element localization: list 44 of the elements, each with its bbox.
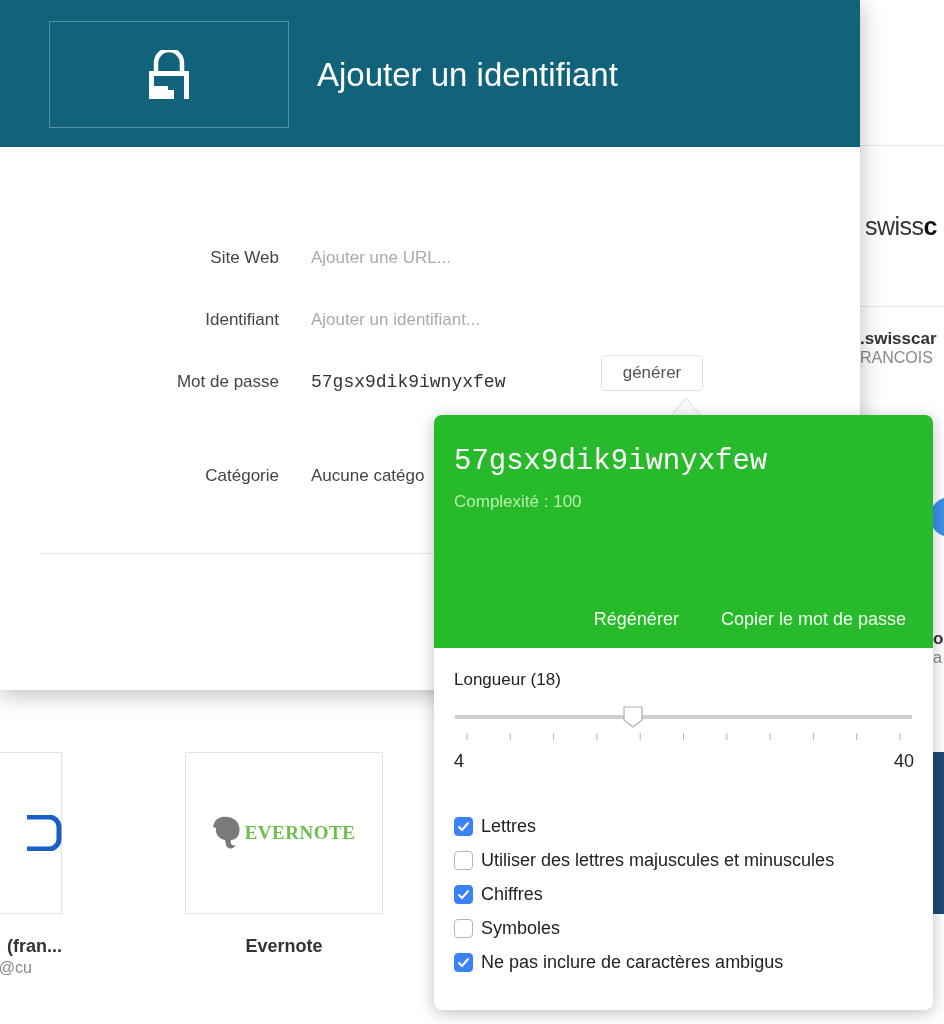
card-subtitle: @cu <box>0 959 32 977</box>
field-label: Mot de passe <box>175 372 279 392</box>
checkbox[interactable] <box>454 817 473 836</box>
password-field[interactable]: 57gsx9dik9iwnyxfew <box>311 372 601 392</box>
logo-text: swissc <box>865 211 937 241</box>
lock-icon <box>146 49 192 100</box>
card-subtitle: RANCOIS <box>860 349 934 367</box>
field-label: Identifiant <box>204 310 279 330</box>
option-checkbox[interactable]: Chiffres <box>454 884 913 905</box>
generate-button[interactable]: générer <box>601 355 703 391</box>
generated-password: 57gsx9dik9iwnyxfew <box>454 445 769 478</box>
checkbox[interactable] <box>454 885 473 904</box>
max-label: 40 <box>893 751 914 772</box>
text-field[interactable]: Ajouter une URL... <box>311 248 611 268</box>
dialog-title: Ajouter un identifiant <box>317 55 618 94</box>
checkbox[interactable] <box>454 851 473 870</box>
logo-text: EVERNOTE <box>244 822 356 844</box>
option-checkbox[interactable]: Ne pas inclure de caractères ambigus <box>454 952 913 973</box>
checkbox[interactable] <box>454 919 473 938</box>
complexity-text: Complexité : 100 <box>454 492 583 512</box>
logo-icon <box>27 815 63 851</box>
option-label: Symboles <box>481 918 561 939</box>
option-label: Ne pas inclure de caractères ambigus <box>481 952 784 973</box>
option-label: Lettres <box>481 816 537 837</box>
option-checkbox[interactable]: Symboles <box>454 918 913 939</box>
option-label: Chiffres <box>481 884 543 905</box>
card-title: Evernote <box>245 936 323 957</box>
length-label: Longueur (18) <box>454 670 562 690</box>
field-label: Catégorie <box>204 466 279 486</box>
elephant-icon <box>212 816 241 850</box>
card-subtitle: a <box>933 649 943 667</box>
option-checkbox[interactable]: Utiliser des lettres majuscules et minuscules <box>454 850 913 871</box>
field-label: Site Web <box>209 248 279 268</box>
option-checkbox[interactable]: Lettres <box>454 816 913 837</box>
card-title: o <box>933 629 944 649</box>
option-label: Utiliser des lettres majuscules et minuscules <box>481 850 835 871</box>
card-title: (fran... <box>7 936 62 957</box>
popover-pointer <box>671 396 701 416</box>
text-field[interactable]: Ajouter un identifiant... <box>311 310 611 330</box>
slider-thumb[interactable] <box>621 705 644 729</box>
category-value[interactable]: Aucune catégo <box>311 466 425 486</box>
card-title: .swisscar <box>860 329 938 349</box>
min-label: 4 <box>454 751 464 772</box>
checkbox[interactable] <box>454 953 473 972</box>
